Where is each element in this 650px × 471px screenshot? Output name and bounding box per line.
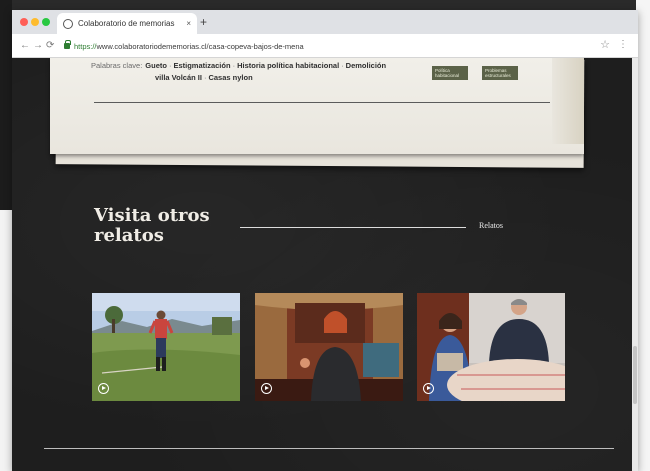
keywords-line-2: villa Volcán II · Casas nylon xyxy=(91,72,411,84)
background-right xyxy=(636,0,650,471)
paper-torn-edge xyxy=(552,58,584,144)
forward-icon[interactable]: → xyxy=(33,40,43,52)
section-divider xyxy=(240,227,466,228)
browser-toolbar: ← → ⟳ https:// www.colaboratoriodememori… xyxy=(12,34,638,58)
paper-card: Palabras clave: Gueto · Estigmatización · His… xyxy=(50,58,584,154)
category-badge[interactable]: Problemas estructurales xyxy=(482,66,518,80)
story-card[interactable] xyxy=(417,293,565,401)
background-left xyxy=(0,0,12,210)
scrollbar-thumb[interactable] xyxy=(633,346,637,404)
keyword-link[interactable]: Demolición xyxy=(346,61,386,70)
close-window-icon[interactable] xyxy=(20,18,28,26)
play-icon[interactable] xyxy=(98,383,109,394)
page-scrollbar[interactable] xyxy=(632,58,638,471)
background-bottom-left xyxy=(0,210,12,471)
url-scheme: https:// xyxy=(74,41,97,51)
browser-window: Colaboratorio de memorias × + ← → ⟳ http… xyxy=(12,10,638,471)
card-thumbnail xyxy=(417,293,565,401)
keyword-link[interactable]: Estigmatización xyxy=(173,61,230,70)
card-thumbnail xyxy=(255,293,403,401)
browser-menu-icon[interactable]: ⋮ xyxy=(618,39,628,51)
footer-divider xyxy=(44,448,614,449)
play-icon[interactable] xyxy=(261,383,272,394)
tab-title: Colaboratorio de memorias xyxy=(78,19,175,28)
category-badge[interactable]: Política habitacional xyxy=(432,66,468,80)
back-icon[interactable]: ← xyxy=(20,40,30,52)
keyword-link[interactable]: villa Volcán II xyxy=(155,73,202,82)
new-tab-button[interactable]: + xyxy=(200,15,207,29)
url-text: www.colaboratoriodememorias.cl/casa-cope… xyxy=(96,41,304,51)
minimize-window-icon[interactable] xyxy=(31,18,39,26)
page-viewport: Palabras clave: Gueto · Estigmatización · His… xyxy=(12,58,638,471)
address-bar[interactable]: https:// www.colaboratoriodememorias.cl/… xyxy=(64,38,604,54)
card-thumbnail xyxy=(92,293,240,401)
keywords-row: Palabras clave: Gueto · Estigmatización · His… xyxy=(91,60,411,84)
keyword-separator: · xyxy=(168,61,172,70)
reload-icon[interactable]: ⟳ xyxy=(46,40,54,52)
keyword-link[interactable]: Gueto xyxy=(145,61,167,70)
keyword-link[interactable]: Casas nylon xyxy=(208,73,252,82)
lock-icon xyxy=(64,40,71,49)
favicon-icon xyxy=(63,18,73,29)
keyword-separator: · xyxy=(203,73,207,82)
bookmark-star-icon[interactable]: ☆ xyxy=(600,39,610,51)
play-icon[interactable] xyxy=(423,383,434,394)
keyword-separator: · xyxy=(341,61,344,70)
section-title: Visita otros relatos xyxy=(94,205,210,246)
tab-close-icon[interactable]: × xyxy=(186,19,191,28)
browser-tab[interactable]: Colaboratorio de memorias × xyxy=(57,13,197,34)
keyword-link[interactable]: Historia política habitacional xyxy=(237,61,339,70)
paper-divider xyxy=(94,102,550,103)
story-card[interactable] xyxy=(255,293,403,401)
relatos-link[interactable]: Relatos xyxy=(479,221,503,230)
keywords-label: Palabras clave: xyxy=(91,61,143,70)
tab-bar: Colaboratorio de memorias × + xyxy=(12,10,638,34)
story-card[interactable] xyxy=(92,293,240,401)
maximize-window-icon[interactable] xyxy=(42,18,50,26)
keyword-separator: · xyxy=(232,61,236,70)
